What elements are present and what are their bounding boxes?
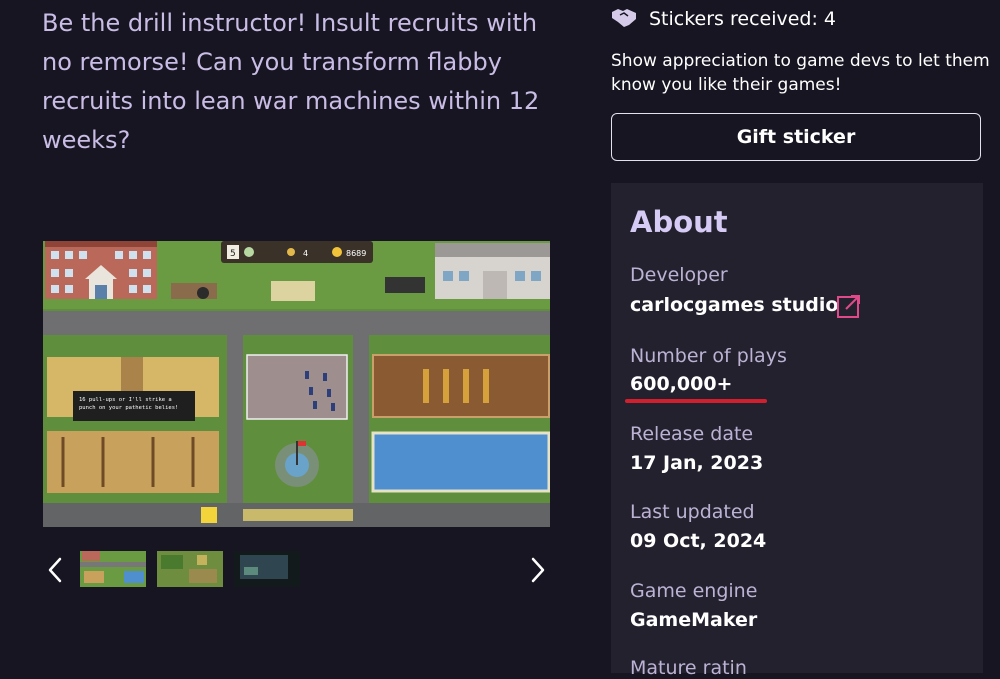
engine-value: GameMaker [630, 609, 758, 631]
stickers-received: Stickers received: 4 [611, 6, 836, 32]
updated-value: 09 Oct, 2024 [630, 530, 767, 552]
gift-sticker-button[interactable]: Gift sticker [611, 113, 981, 161]
red-underline [625, 399, 767, 403]
thumbnail-3[interactable] [234, 551, 300, 587]
mature-rating-label: Mature ratin [630, 657, 747, 679]
release-value: 17 Jan, 2023 [630, 452, 764, 474]
stickers-label: Stickers received: 4 [649, 8, 837, 30]
engine-label: Game engine [630, 580, 758, 602]
sticker-handshake-icon [611, 6, 637, 32]
hud-day: 5 [230, 249, 236, 259]
thumbnail-1[interactable] [80, 551, 146, 587]
hud-count: 4 [303, 249, 308, 258]
external-link-icon[interactable] [835, 292, 863, 320]
developer-link[interactable]: carlocgames studio [630, 294, 838, 316]
plays-value: 600,000+ [630, 373, 733, 395]
next-arrow-icon[interactable] [526, 556, 550, 584]
game-description: Be the drill instructor! Insult recruits… [42, 9, 540, 154]
thumbnail-2[interactable] [157, 551, 223, 587]
previous-arrow-icon[interactable] [43, 556, 67, 584]
updated-label: Last updated [630, 501, 755, 523]
about-title: About [630, 205, 728, 239]
release-label: Release date [630, 423, 754, 445]
appreciation-text: Show appreciation to game devs to let th… [611, 51, 990, 95]
about-panel: About Developer carlocgames studio Numbe… [611, 183, 983, 679]
plays-label: Number of plays [630, 345, 787, 367]
game-screenshot[interactable]: 5 4 8689 16 pull-ups or I'll strike a pu… [43, 241, 550, 527]
hud-money: 8689 [346, 249, 366, 258]
developer-label: Developer [630, 264, 728, 286]
